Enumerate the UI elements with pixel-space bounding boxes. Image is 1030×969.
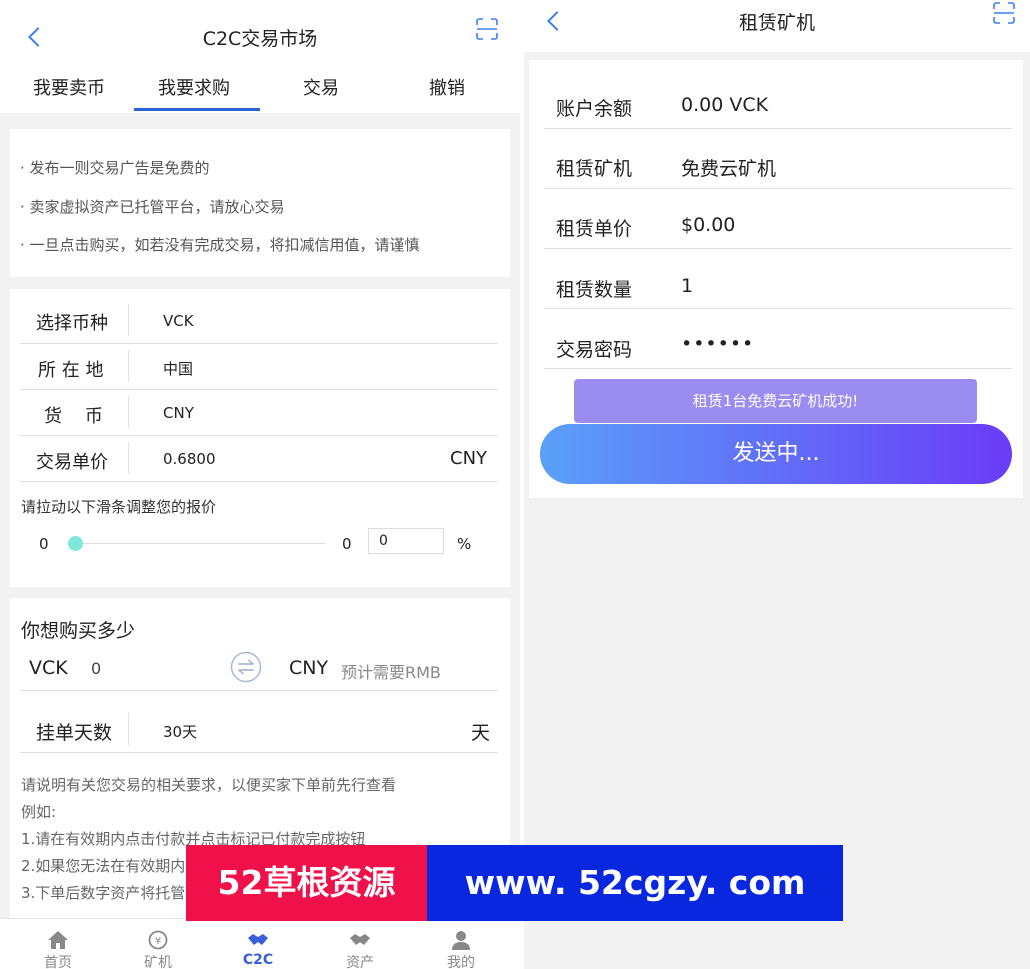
password-label: 交易密码 bbox=[556, 339, 633, 361]
right-gutter bbox=[510, 113, 520, 918]
slider-hint: 请拉动以下滑条调整您的报价 bbox=[21, 498, 217, 516]
quantity-input[interactable]: 1 bbox=[681, 275, 693, 297]
price-unit: CNY bbox=[450, 448, 488, 469]
divider bbox=[20, 389, 498, 390]
divider bbox=[128, 396, 129, 428]
tab-sell[interactable]: 我要卖币 bbox=[33, 74, 105, 100]
miner-value: 免费云矿机 bbox=[681, 158, 777, 180]
miner-icon: ¥ bbox=[148, 930, 168, 950]
handshake-icon bbox=[248, 934, 268, 945]
divider bbox=[128, 442, 129, 474]
active-tab-indicator bbox=[134, 108, 260, 111]
swap-icon[interactable] bbox=[230, 651, 262, 683]
tab-cancel[interactable]: 撤销 bbox=[429, 74, 465, 100]
divider bbox=[544, 188, 1012, 189]
page-title: C2C交易市场 bbox=[202, 28, 318, 50]
slider-handle[interactable] bbox=[68, 536, 83, 551]
user-icon bbox=[452, 931, 470, 950]
divider bbox=[128, 304, 129, 336]
currency-label: 货 币 bbox=[44, 406, 103, 427]
nav-label: 首页 bbox=[44, 955, 72, 969]
miner-label: 租赁矿机 bbox=[556, 158, 633, 180]
divider bbox=[544, 128, 1012, 129]
price-input[interactable]: 0.6800 bbox=[163, 450, 216, 468]
fiat-unit: CNY bbox=[289, 657, 329, 679]
divider bbox=[544, 368, 1012, 369]
success-toast: 租赁1台免费云矿机成功! bbox=[574, 379, 977, 423]
days-unit: 天 bbox=[471, 722, 491, 744]
price-label: 交易单价 bbox=[36, 452, 108, 473]
days-input[interactable]: 30天 bbox=[163, 721, 197, 742]
balance-value: 0.00 VCK bbox=[681, 94, 769, 116]
home-icon bbox=[48, 931, 68, 949]
divider bbox=[544, 248, 1012, 249]
rent-miner-screen: 租赁矿机 账户余额 0.00 VCK 租赁矿机 免费云矿机 租赁单价 $0.00… bbox=[524, 0, 1030, 969]
coin-amount-input[interactable]: 0 bbox=[91, 659, 101, 678]
tab-trade[interactable]: 交易 bbox=[303, 74, 339, 100]
slider-min-label: 0 bbox=[39, 535, 49, 553]
location-select[interactable]: 中国 bbox=[163, 358, 193, 379]
quantity-label: 租赁数量 bbox=[556, 279, 633, 301]
divider bbox=[20, 343, 498, 344]
notice-line: · 卖家虚拟资产已托管平台，请放心交易 bbox=[20, 198, 285, 216]
slider-track[interactable] bbox=[75, 543, 325, 544]
currency-select[interactable]: CNY bbox=[163, 404, 194, 422]
divider bbox=[128, 350, 129, 382]
nav-label: C2C bbox=[242, 952, 274, 968]
coin-label: 选择币种 bbox=[36, 313, 108, 334]
section-gap bbox=[0, 277, 520, 289]
nav-home[interactable]: 首页 bbox=[28, 930, 88, 969]
nav-assets[interactable]: 资产 bbox=[330, 930, 390, 969]
nav-label: 我的 bbox=[447, 955, 475, 969]
divider bbox=[20, 752, 498, 753]
coin-unit: VCK bbox=[29, 657, 68, 679]
divider bbox=[128, 713, 129, 745]
password-input[interactable]: •••••• bbox=[681, 333, 754, 355]
unit-price-value: $0.00 bbox=[681, 214, 736, 236]
scan-icon[interactable] bbox=[993, 2, 1015, 24]
submit-button[interactable]: 发送中... bbox=[540, 424, 1012, 484]
assets-icon bbox=[350, 934, 370, 945]
days-label: 挂单天数 bbox=[36, 722, 113, 744]
description-line: 请说明有关您交易的相关要求，以便买家下单前先行查看 bbox=[21, 776, 397, 794]
section-gap bbox=[0, 113, 520, 129]
nav-c2c[interactable]: C2C bbox=[228, 930, 288, 968]
notice-line: · 一旦点击购买，如若没有完成交易，将扣减信用值，请谨慎 bbox=[20, 236, 420, 254]
notice-line: · 发布一则交易广告是免费的 bbox=[20, 159, 210, 177]
nav-profile[interactable]: 我的 bbox=[431, 930, 491, 969]
divider bbox=[20, 690, 498, 691]
watermark-url: www. 52cgzy. com bbox=[427, 845, 843, 921]
nav-label: 矿机 bbox=[144, 955, 172, 969]
fiat-amount-input[interactable]: 预计需要RMB bbox=[341, 659, 441, 683]
section-gap bbox=[0, 587, 520, 598]
watermark-brand: 52草根资源 bbox=[186, 845, 427, 921]
svg-text:¥: ¥ bbox=[155, 936, 161, 947]
scan-icon[interactable] bbox=[476, 18, 498, 40]
slider-value-label: 0 bbox=[342, 535, 352, 553]
description-line: 例如: bbox=[21, 803, 57, 821]
location-label: 所 在 地 bbox=[38, 360, 104, 381]
balance-label: 账户余额 bbox=[556, 98, 633, 120]
percent-input[interactable]: 0 bbox=[368, 528, 444, 554]
percent-sign: % bbox=[457, 535, 472, 553]
coin-select[interactable]: VCK bbox=[163, 312, 194, 330]
tab-buy[interactable]: 我要求购 bbox=[158, 74, 230, 100]
page-title: 租赁矿机 bbox=[738, 12, 815, 34]
left-gutter bbox=[0, 113, 10, 918]
divider bbox=[544, 308, 1012, 309]
nav-label: 资产 bbox=[346, 955, 374, 969]
divider bbox=[20, 435, 498, 436]
divider bbox=[20, 481, 498, 482]
buy-amount-title: 你想购买多少 bbox=[21, 620, 136, 642]
c2c-market-screen: C2C交易市场 我要卖币 我要求购 交易 撤销 · 发布一则交易广告是免费的 ·… bbox=[0, 0, 520, 969]
nav-miner[interactable]: ¥ 矿机 bbox=[128, 930, 188, 969]
unit-price-label: 租赁单价 bbox=[556, 218, 633, 240]
